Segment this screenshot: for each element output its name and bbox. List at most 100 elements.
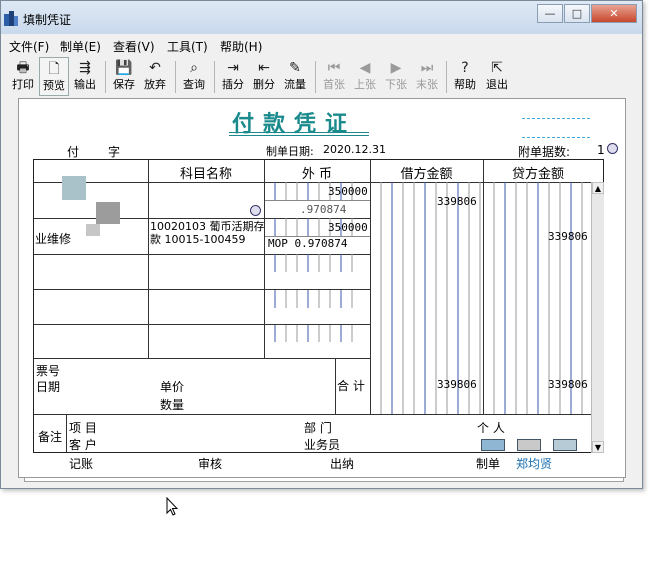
last-voucher-button[interactable]: ⏭ 末张 [412, 57, 442, 96]
project-label: 项 目 [69, 421, 97, 435]
row2-credit[interactable]: 339806 [548, 230, 588, 243]
ticket-no-label: 票号 [36, 364, 61, 378]
preview-button[interactable]: 🗋 预览 [39, 57, 69, 96]
last-icon: ⏭ [420, 60, 434, 76]
attach-count[interactable]: 1 [597, 143, 605, 157]
minimize-button[interactable]: — [537, 4, 563, 23]
cashflow-button[interactable]: ✎ 流量 [280, 57, 310, 96]
export-button[interactable]: ⇶ 输出 [70, 57, 100, 96]
delete-row-button[interactable]: ⇤ 删分 [249, 57, 279, 96]
printer-icon: 🖶 [16, 60, 30, 76]
col-divider [66, 414, 67, 452]
quantity-label: 数量 [160, 398, 185, 412]
voucher-word-suffix: 字 [108, 145, 121, 159]
menu-file[interactable]: 文件(F) [9, 38, 49, 55]
ticket-date-label: 日期 [36, 380, 61, 394]
col-foreign-header: 外 币 [301, 167, 333, 182]
cashflow-icon: ✎ [289, 60, 301, 76]
customer-label: 客 户 [69, 438, 97, 452]
search-icon[interactable] [250, 205, 261, 216]
app-icon [4, 10, 18, 26]
binoculars-icon: ⌕ [190, 60, 198, 76]
auditor-label: 审核 [198, 457, 223, 471]
voucher-word[interactable]: 付 [67, 143, 79, 160]
next-icon: ▶ [390, 60, 402, 76]
print-button[interactable]: 🖶 打印 [8, 57, 38, 96]
undo-icon: ↶ [149, 60, 161, 76]
dotted-line [522, 137, 590, 138]
menu-tools[interactable]: 工具(T) [167, 38, 208, 55]
delete-row-icon: ⇤ [258, 60, 270, 76]
card-icon[interactable] [553, 439, 577, 451]
total-debit: 339806 [437, 378, 477, 391]
help-button[interactable]: ? 帮助 [450, 57, 480, 96]
total-credit: 339806 [548, 378, 588, 391]
export-icon: ⇶ [79, 60, 91, 76]
redacted-block [96, 202, 120, 224]
row2-subject[interactable]: 10020103 葡币活期存款 10015-100459 [150, 220, 265, 246]
menu-voucher[interactable]: 制单(E) [60, 38, 101, 55]
remarks-label: 备注 [38, 430, 63, 444]
department-label: 部 门 [304, 421, 332, 435]
exit-icon: ⇱ [491, 60, 503, 76]
toolbar: 🖶 打印 🗋 预览 ⇶ 输出 💾 保存 ↶ 放弃 ⌕ 查询 ⇥ 插分 ⇤ 删分 ✎ 流量 ⏮ 首张 … [2, 55, 641, 98]
redacted-block [86, 224, 100, 236]
person-label: 个 人 [477, 421, 505, 435]
toolbar-separator [175, 61, 176, 93]
row2-rate[interactable]: MOP 0.970874 [268, 237, 347, 250]
col-subject-header: 科目名称 [179, 167, 232, 182]
prev-voucher-button[interactable]: ◀ 上张 [350, 57, 380, 96]
total-label: 合 计 [337, 379, 365, 393]
scroll-down-arrow[interactable]: ▼ [592, 441, 604, 453]
col-credit-header: 贷方金额 [511, 167, 564, 182]
vertical-scrollbar[interactable]: ▲ ▼ [591, 182, 604, 453]
bookkeeper-label: 记账 [69, 457, 94, 471]
close-button[interactable]: ✕ [591, 4, 637, 23]
first-icon: ⏮ [327, 60, 341, 76]
preview-icon: 🗋 [48, 61, 60, 77]
dotted-line [522, 118, 590, 119]
cashier-label: 出纳 [330, 457, 355, 471]
row1-fx-amount[interactable]: 350000 [328, 185, 368, 198]
row2-fx-amount[interactable]: 350000 [328, 221, 368, 234]
save-button[interactable]: 💾 保存 [109, 57, 139, 96]
redacted-block [62, 176, 86, 200]
toolbar-separator [105, 61, 106, 93]
help-icon: ? [461, 60, 469, 76]
date-label: 制单日期: [266, 145, 314, 158]
query-button[interactable]: ⌕ 查询 [179, 57, 209, 96]
window-title: 填制凭证 [23, 13, 72, 27]
row2-summary[interactable]: 业维修 [35, 230, 71, 247]
next-voucher-button[interactable]: ▶ 下张 [381, 57, 411, 96]
salesperson-label: 业务员 [304, 438, 341, 452]
discard-button[interactable]: ↶ 放弃 [140, 57, 170, 96]
toolbar-separator [315, 61, 316, 93]
title-bar: 填制凭证 — □ ✕ [1, 1, 642, 34]
voucher-date[interactable]: 2020.12.31 [323, 143, 386, 156]
maker-label: 制单 [476, 457, 501, 471]
title-underline [229, 135, 369, 136]
menu-view[interactable]: 查看(V) [113, 38, 155, 55]
prev-icon: ◀ [359, 60, 371, 76]
insert-row-button[interactable]: ⇥ 插分 [218, 57, 248, 96]
scroll-up-arrow[interactable]: ▲ [592, 182, 604, 194]
exit-button[interactable]: ⇱ 退出 [482, 57, 512, 96]
toolbar-separator [446, 61, 447, 93]
toolbar-separator [214, 61, 215, 93]
card-icon[interactable] [481, 439, 505, 451]
attach-label: 附单据数: [518, 145, 571, 159]
insert-row-icon: ⇥ [227, 60, 239, 76]
menu-bar: 文件(F) 制单(E) 查看(V) 工具(T) 帮助(H) [2, 35, 641, 55]
unit-price-label: 单价 [160, 380, 185, 394]
mouse-cursor-icon [166, 497, 178, 516]
col-debit-header: 借方金额 [400, 167, 453, 182]
maker-name: 郑均贤 [516, 457, 553, 471]
row1-debit[interactable]: 339806 [437, 195, 477, 208]
card-icon[interactable] [517, 439, 541, 451]
row1-rate[interactable]: .970874 [300, 203, 346, 216]
menu-help[interactable]: 帮助(H) [220, 38, 262, 55]
maximize-button[interactable]: □ [564, 4, 590, 23]
search-icon[interactable] [607, 143, 618, 154]
first-voucher-button[interactable]: ⏮ 首张 [319, 57, 349, 96]
voucher-title: 付款凭证 [232, 111, 357, 137]
